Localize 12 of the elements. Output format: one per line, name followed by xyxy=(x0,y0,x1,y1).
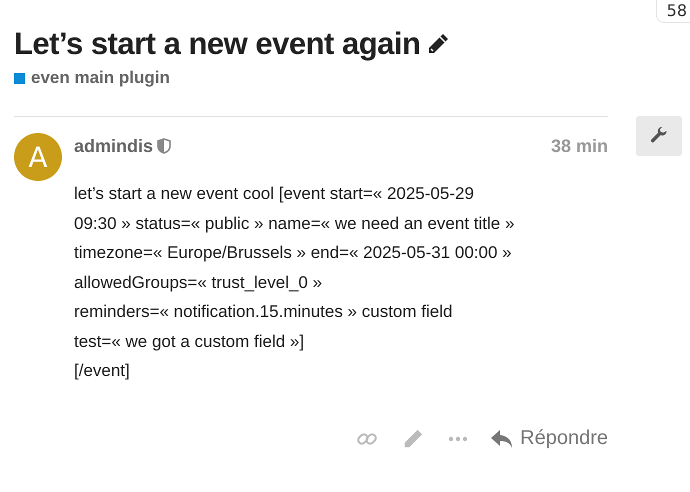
username[interactable]: admindis xyxy=(74,136,154,156)
post-time[interactable]: 38 min xyxy=(550,136,608,156)
post-body: let’s start a new event cool [event start=« 2025-05-29 09:30 » status=« public » name=« we need an event title » timezone=« Europe/Brussels » end=« 2025-05-31 00:00 » allowedGroups=« trust_level_0 » reminders=« notification.15.minutes » custom field test=« we got a custom field »] [/event] xyxy=(74,183,516,382)
user-avatar[interactable]: A xyxy=(14,133,62,181)
topic-title: Let’s start a new event again xyxy=(14,26,420,62)
counter-badge: 58 xyxy=(656,0,690,23)
admin-wrench-button[interactable] xyxy=(636,116,682,156)
category-link[interactable]: even main plugin xyxy=(31,68,170,88)
pencil-icon[interactable] xyxy=(426,32,450,56)
reply-button[interactable]: Répondre xyxy=(490,427,608,450)
shield-icon xyxy=(157,138,172,154)
reply-arrow-icon xyxy=(490,428,514,448)
